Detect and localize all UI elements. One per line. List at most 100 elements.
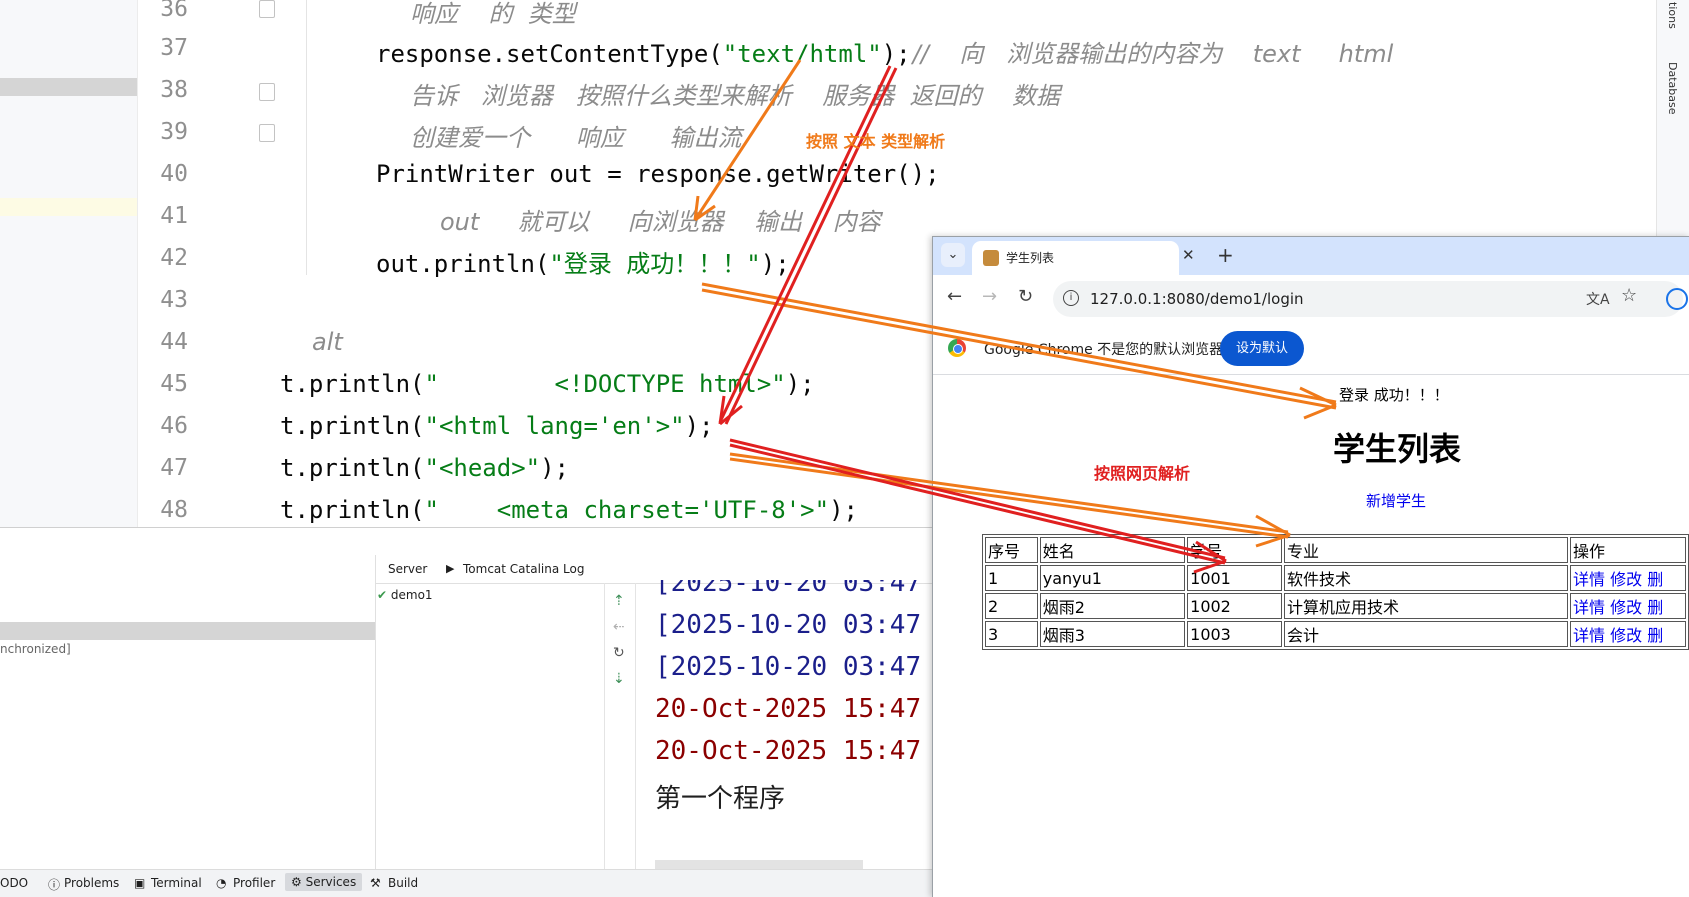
todo-button[interactable]: ODO	[0, 876, 28, 890]
line-number: 47	[160, 455, 188, 481]
col-header: 学号	[1187, 537, 1282, 563]
code-line-40: PrintWriter out = response.getWriter();	[376, 160, 940, 188]
services-button[interactable]: ⚙ Services	[285, 873, 363, 891]
detail-link[interactable]: 详情	[1573, 570, 1605, 589]
problems-button[interactable]: Problems	[64, 876, 119, 890]
set-default-button[interactable]: 设为默认	[1220, 331, 1304, 366]
edit-link[interactable]: 修改	[1610, 570, 1642, 589]
terminal-button[interactable]: Terminal	[151, 876, 202, 890]
annotation-text-parse: 按照 文本 类型解析	[806, 132, 946, 151]
code-comment: 响应 的 类型	[410, 0, 576, 28]
cell-actions: 详情 修改 删	[1570, 565, 1686, 591]
edit-link[interactable]: 修改	[1610, 598, 1642, 617]
login-message: 登录 成功！！！	[1339, 386, 1449, 404]
col-header: 序号	[985, 537, 1038, 563]
table-row: 1 yanyu1 1001 软件技术 详情 修改 删	[985, 565, 1686, 591]
database-tab[interactable]: Database	[1666, 62, 1679, 115]
detail-link[interactable]: 详情	[1573, 626, 1605, 645]
cell-no: 1	[985, 565, 1038, 591]
delete-link[interactable]: 删	[1647, 598, 1663, 617]
sync-status: nchronized]	[0, 642, 71, 656]
new-tab-plus-icon[interactable]: +	[1217, 243, 1234, 267]
deployment-item[interactable]: ✔ demo1	[377, 588, 433, 602]
check-icon: ✔	[377, 588, 388, 602]
line-number: 39	[160, 119, 188, 145]
cell-no: 3	[985, 621, 1038, 647]
favicon-icon	[983, 250, 999, 266]
download-icon[interactable]: ⇣	[613, 671, 625, 687]
tool-window-bar: ODO ⓘ Problems ▣ Terminal ◔ Profiler ⚙ S…	[0, 869, 935, 897]
scroll-back-icon[interactable]: ⇠	[613, 619, 625, 635]
terminal-icon: ▣	[134, 876, 146, 890]
delete-link[interactable]: 删	[1647, 626, 1663, 645]
detail-link[interactable]: 详情	[1573, 598, 1605, 617]
services-icon: ⚙	[291, 875, 302, 889]
line-number: 36	[160, 0, 188, 22]
line-number: 44	[160, 329, 188, 355]
page-heading: 学生列表	[1333, 430, 1462, 468]
services-selected-row[interactable]	[0, 622, 375, 640]
log-line: 第一个程序	[655, 784, 786, 814]
line-number: 38	[160, 77, 188, 103]
student-table: 序号 姓名 学号 专业 操作 1 yanyu1 1001 软件技术 详情 修改 …	[982, 534, 1689, 650]
project-tree-selected-row[interactable]	[0, 78, 137, 96]
forward-arrow-icon[interactable]: →	[982, 286, 997, 307]
refresh-icon[interactable]: ↻	[613, 645, 625, 661]
line-number: 37	[160, 35, 188, 61]
edit-link[interactable]: 修改	[1610, 626, 1642, 645]
tab-server[interactable]: Server	[388, 562, 427, 576]
code-line-37: response.setContentType("text/html");// …	[376, 40, 1394, 68]
translate-icon[interactable]: 文A	[1586, 289, 1610, 309]
log-line: 20-Oct-2025 15:47	[655, 694, 922, 724]
tab-title: 学生列表	[1006, 251, 1055, 265]
tab-search-chevron-down-icon[interactable]: ⌄	[941, 243, 965, 267]
code-comment: out 就可以 向浏览器 输出 内容	[440, 208, 881, 236]
tab-close-icon[interactable]: ✕	[1182, 246, 1195, 264]
code-line-48: t.println(" <meta charset='UTF-8'>");	[280, 496, 858, 524]
browser-tab[interactable]	[972, 241, 1179, 275]
services-tree	[0, 555, 376, 869]
cell-sid: 1003	[1187, 621, 1282, 647]
project-tree-highlight-row	[0, 198, 137, 216]
cell-name: 烟雨2	[1039, 593, 1186, 619]
reload-icon[interactable]: ↻	[1018, 286, 1033, 307]
profiler-button[interactable]: Profiler	[233, 876, 275, 890]
delete-link[interactable]: 删	[1647, 570, 1663, 589]
log-icon: ▶	[446, 562, 455, 575]
horizontal-scrollbar[interactable]	[655, 860, 863, 869]
cell-name: 烟雨3	[1039, 621, 1186, 647]
table-row: 2 烟雨2 1002 计算机应用技术 详情 修改 删	[985, 593, 1686, 619]
line-number: 45	[160, 371, 188, 397]
gutter-divider	[137, 0, 138, 527]
build-icon: ⚒	[370, 876, 381, 890]
profiler-icon: ◔	[216, 876, 227, 890]
line-number: 41	[160, 203, 188, 229]
cell-no: 2	[985, 593, 1038, 619]
scroll-up-icon[interactable]: ⇡	[613, 593, 625, 609]
site-info-icon[interactable]: i	[1063, 290, 1079, 306]
log-line: [2025-10-20 03:47	[655, 652, 922, 682]
code-comment: 创建爱一个 响应 输出流	[410, 124, 742, 152]
bookmark-star-icon[interactable]: ☆	[1621, 285, 1637, 306]
col-header: 专业	[1283, 537, 1568, 563]
code-line-45: t.println(" <!DOCTYPE html>");	[280, 370, 815, 398]
line-number: 48	[160, 497, 188, 523]
build-button[interactable]: Build	[388, 876, 418, 890]
tab-tomcat-log[interactable]: Tomcat Catalina Log	[463, 562, 584, 576]
cell-actions: 详情 修改 删	[1570, 621, 1686, 647]
col-header: 姓名	[1039, 537, 1186, 563]
cell-major: 计算机应用技术	[1283, 593, 1568, 619]
line-number: 42	[160, 245, 188, 271]
add-student-link[interactable]: 新增学生	[1366, 490, 1426, 511]
code-line-46: t.println("<html lang='en'>");	[280, 412, 714, 440]
cell-sid: 1002	[1187, 593, 1282, 619]
back-arrow-icon[interactable]: ←	[947, 286, 962, 307]
annotation-html-parse: 按照网页解析	[1094, 464, 1191, 483]
log-line: [2025-10-20 03:47	[655, 610, 922, 640]
cell-name: yanyu1	[1039, 565, 1186, 591]
notifications-tab[interactable]: tions	[1666, 2, 1679, 29]
profile-avatar-icon[interactable]	[1666, 288, 1688, 310]
cell-actions: 详情 修改 删	[1570, 593, 1686, 619]
url-text[interactable]: 127.0.0.1:8080/demo1/login	[1090, 290, 1304, 308]
infobar-message: Google Chrome 不是您的默认浏览器	[984, 342, 1224, 358]
